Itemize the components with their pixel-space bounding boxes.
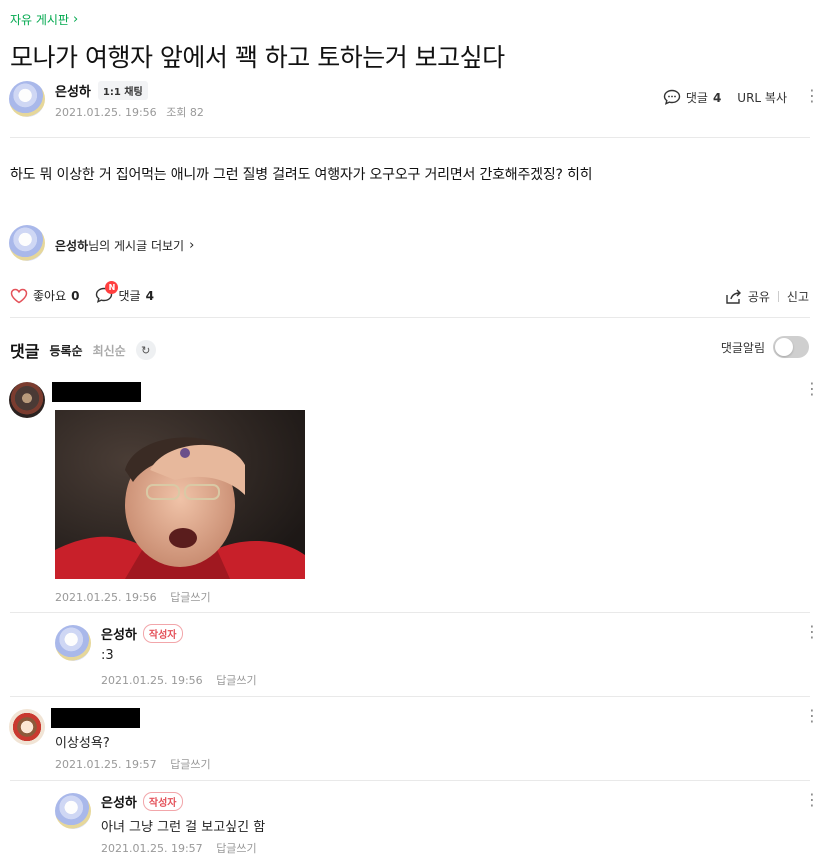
share-bar: 공유 신고	[725, 288, 809, 305]
sort-latest-tab[interactable]: 최신순	[93, 342, 126, 359]
comment-text: 아녀 그냥 그런 걸 보고싶긴 함	[101, 820, 266, 835]
redacted-nickname	[51, 708, 140, 728]
post-views: 조회 82	[166, 106, 204, 119]
author-avatar[interactable]	[9, 81, 45, 117]
comment-author-row: 은성하 작성자	[101, 792, 183, 811]
comment-date: 2021.01.25. 19:57	[55, 758, 157, 771]
comment-label: 댓글	[685, 91, 708, 105]
comment-date: 2021.01.25. 19:57	[101, 842, 203, 855]
comment-meta: 2021.01.25. 19:56 답글쓰기	[101, 672, 257, 688]
comment-count: 4	[145, 288, 154, 303]
like-button[interactable]: 좋아요 0	[10, 287, 79, 304]
share-separator	[777, 291, 779, 302]
reply-button[interactable]: 답글쓰기	[216, 842, 256, 855]
board-link-label: 자유 게시판	[10, 13, 70, 27]
header-divider	[10, 137, 810, 138]
comment-meta: 2021.01.25. 19:57 답글쓰기	[101, 840, 257, 855]
comment-meta: 2021.01.25. 19:57 답글쓰기	[55, 756, 211, 772]
like-count: 0	[71, 288, 80, 303]
url-copy-button[interactable]: URL 복사	[737, 89, 787, 106]
comment-label: 댓글	[118, 289, 141, 303]
commenter-avatar[interactable]	[55, 793, 91, 829]
chevron-right-icon: ›	[189, 238, 195, 253]
more-posts-label: 님의 게시글 더보기	[88, 239, 185, 253]
board-link[interactable]: 자유 게시판 ›	[10, 11, 78, 28]
comment-button[interactable]: N 댓글 4	[95, 281, 154, 304]
reply-button[interactable]: 답글쓰기	[170, 758, 210, 771]
facepalm-photo	[55, 410, 305, 579]
commenter-avatar[interactable]	[9, 709, 45, 745]
comments-title: 댓글	[10, 342, 40, 361]
author-nickname[interactable]: 은성하	[55, 81, 91, 100]
comments-header: 댓글 등록순 최신순 ↻	[10, 338, 156, 362]
comment-author[interactable]: 은성하	[101, 792, 137, 811]
comment-meta: 2021.01.25. 19:56 답글쓰기	[55, 589, 211, 605]
commenter-avatar[interactable]	[55, 625, 91, 661]
post-body: 하도 뭐 이상한 거 집어먹는 애니까 그런 질병 걸려도 여행자가 오구오구 …	[10, 167, 593, 183]
notify-label: 댓글알림	[720, 340, 765, 355]
more-author-name: 은성하	[55, 239, 89, 253]
comment-divider	[10, 780, 810, 781]
post-date: 2021.01.25. 19:56	[55, 106, 157, 119]
writer-badge: 작성자	[142, 624, 183, 643]
comment-author-row: 은성하 작성자	[101, 624, 183, 643]
comment-date: 2021.01.25. 19:56	[55, 591, 157, 604]
new-badge: N	[105, 281, 119, 294]
chat-button[interactable]: 1:1 채팅	[97, 81, 148, 100]
comment-count: 4	[712, 90, 722, 105]
comment-more-icon[interactable]: ⋮	[804, 708, 820, 724]
post-meta: 2021.01.25. 19:56 조회 82	[55, 104, 204, 120]
refresh-icon[interactable]: ↻	[135, 340, 156, 360]
notify-toggle[interactable]	[773, 336, 809, 358]
comment-text: :3	[101, 648, 114, 663]
sort-registered-tab[interactable]: 등록순	[49, 342, 82, 359]
reply-button[interactable]: 답글쓰기	[216, 674, 256, 687]
reply-button[interactable]: 답글쓰기	[170, 591, 210, 604]
comment-author[interactable]: 은성하	[101, 624, 137, 643]
comment-count-link[interactable]: 댓글 4	[663, 89, 721, 106]
comment-text: 이상성욕?	[55, 736, 110, 751]
post-more-icon[interactable]: ⋮	[804, 88, 820, 104]
writer-badge: 작성자	[142, 792, 183, 811]
chevron-right-icon: ›	[73, 12, 79, 27]
heart-icon	[10, 288, 28, 303]
comment-notify: 댓글알림	[721, 336, 809, 358]
share-icon	[726, 289, 741, 304]
like-label: 좋아요	[33, 289, 67, 303]
more-posts-link[interactable]: 은성하 님의 게시글 더보기 ›	[55, 237, 194, 254]
report-button[interactable]: 신고	[787, 288, 809, 305]
comment-more-icon[interactable]: ⋮	[804, 381, 820, 397]
reaction-bar: 좋아요 0 N 댓글 4	[10, 281, 154, 304]
post-top-actions: 댓글 4 URL 복사	[663, 89, 787, 106]
comment-divider	[10, 612, 810, 613]
commenter-avatar[interactable]	[9, 382, 45, 418]
comment-photo[interactable]	[55, 410, 305, 579]
share-label: 공유	[747, 290, 770, 304]
comment-date: 2021.01.25. 19:56	[101, 674, 203, 687]
post-title: 모나가 여행자 앞에서 꽥 하고 토하는거 보고싶다	[10, 43, 505, 72]
comment-bubble-icon	[663, 89, 681, 105]
comment-divider	[10, 696, 810, 697]
reaction-divider	[10, 317, 810, 318]
comment-more-icon[interactable]: ⋮	[804, 792, 820, 808]
comment-more-icon[interactable]: ⋮	[804, 624, 820, 640]
toggle-knob	[775, 338, 793, 356]
redacted-nickname	[52, 382, 141, 402]
share-button[interactable]: 공유	[725, 288, 770, 305]
more-author-avatar[interactable]	[9, 225, 45, 261]
